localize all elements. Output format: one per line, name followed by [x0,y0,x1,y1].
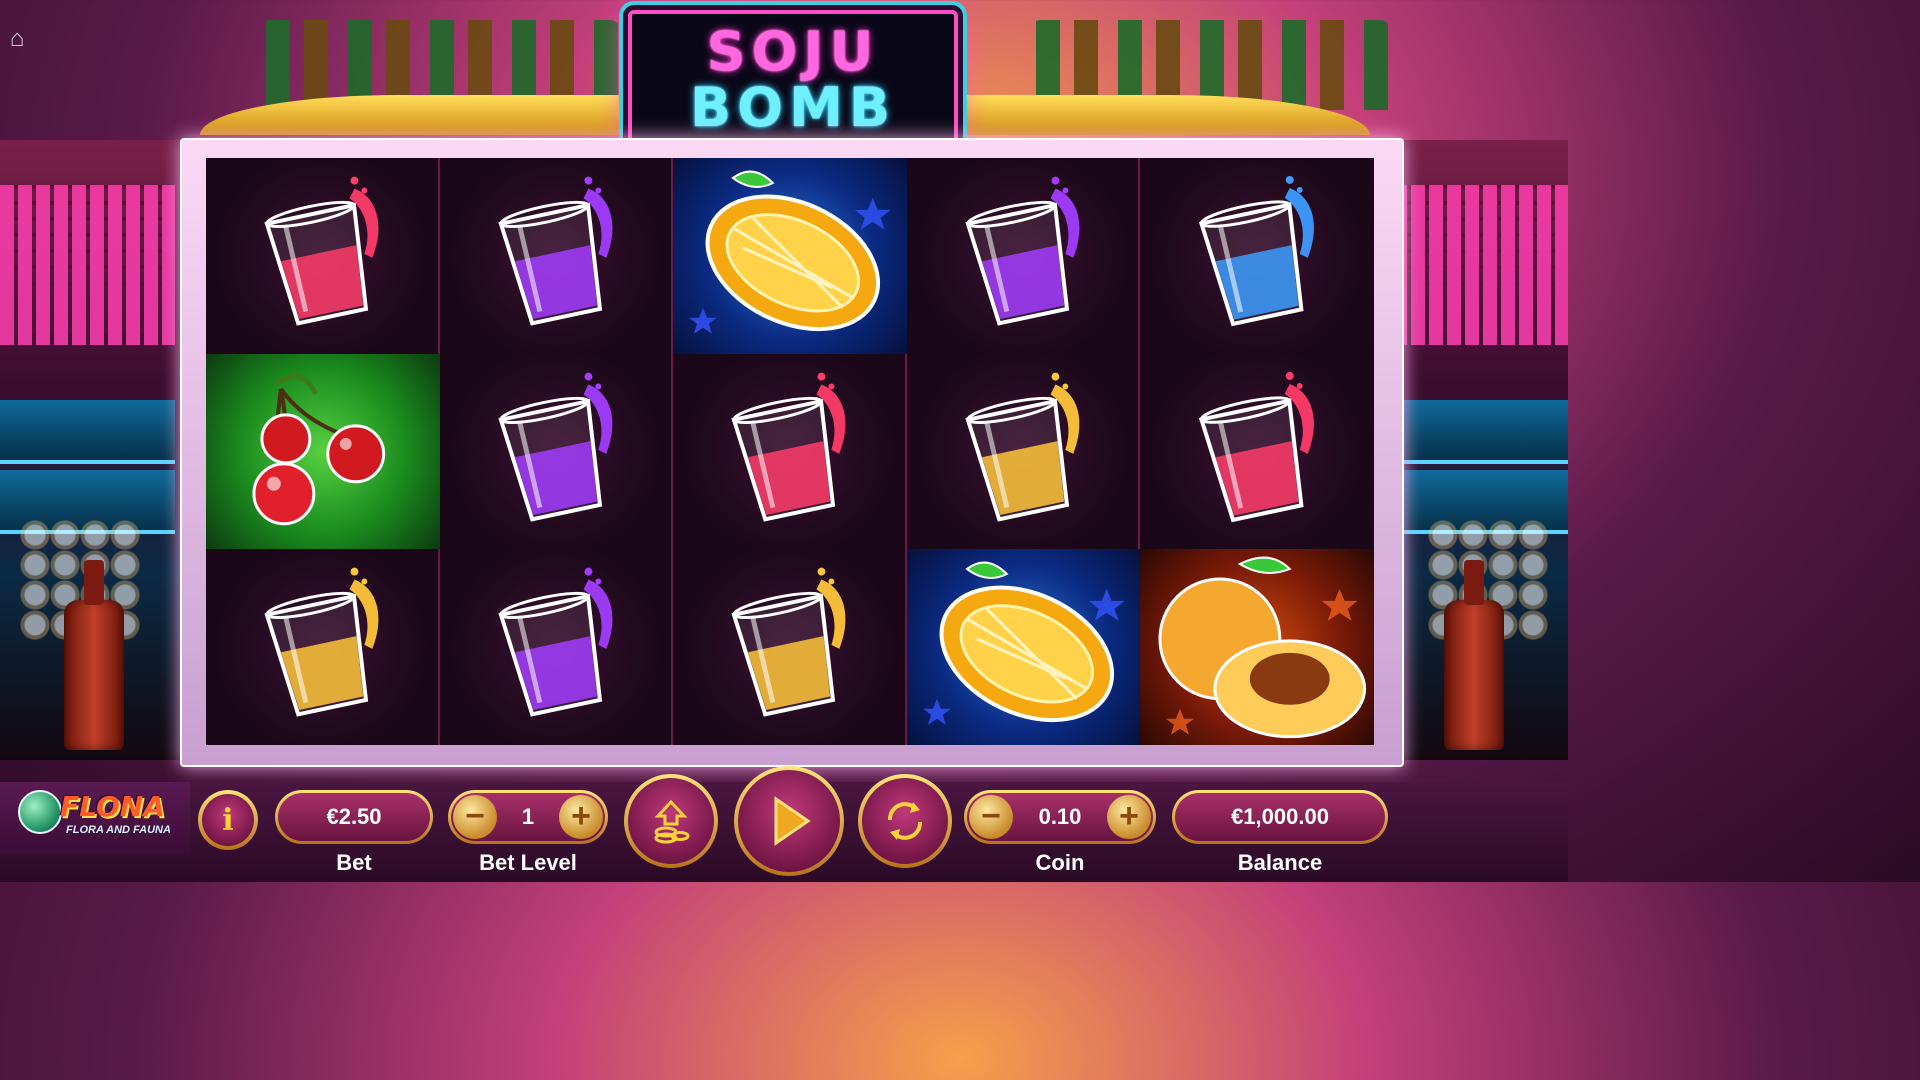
reel-cell [1140,353,1374,550]
reel-cell [906,549,1141,745]
shelf-right-upper [1393,400,1568,464]
home-icon[interactable]: ⌂ [2,26,32,52]
purple-soju-shot-icon [497,567,613,717]
reel-cell [906,353,1141,550]
led-panel-right [1393,185,1568,345]
reel-cell [673,158,907,354]
reel-grid [206,158,1374,745]
yellow-soju-shot-icon [264,567,379,717]
reel-cell [673,353,907,550]
reel-cell [206,353,440,550]
brand-tagline: FLORA AND FAUNA [66,824,171,836]
reel-cell [1140,549,1374,745]
purple-soju-shot-icon [965,176,1080,326]
coin-plus-button[interactable]: + [1107,795,1151,839]
reel-cell [439,158,674,354]
balance-display: €1,000.00 [1172,790,1388,844]
balance-value: €1,000.00 [1175,793,1385,841]
lemon-icon [689,170,891,334]
logo-title-line2: BOMB [690,76,896,139]
bet-level-minus-button[interactable]: − [453,795,497,839]
reel-cell [206,158,440,354]
red-soju-shot-icon [731,372,846,522]
bet-level-label: Bet Level [479,850,577,875]
shelf-left-upper [0,400,175,464]
liquor-bottle-left [64,560,124,750]
led-panel-left [0,185,175,345]
play-icon [738,770,840,872]
coin-control: 0.10 − + [964,790,1156,844]
red-soju-shot-icon [1199,371,1315,522]
game-logo: SOJU BOMB [628,10,958,146]
coin-minus-button[interactable]: − [969,795,1013,839]
purple-soju-shot-icon [497,372,613,522]
bet-value: €2.50 [278,793,430,841]
reel-cell [206,549,440,745]
bet-level-plus-button[interactable]: + [559,795,603,839]
lemon-icon [922,561,1125,726]
logo-title-line1: SOJU [706,20,880,83]
purple-soju-shot-icon [497,176,613,326]
liquor-bottle-right [1444,560,1504,750]
blue-soju-shot-icon [1199,175,1315,327]
reel-cell [673,549,907,745]
spin-button[interactable] [734,766,844,876]
reel-cell [906,158,1141,354]
red-soju-shot-icon [264,176,379,326]
bet-label: Bet [336,850,372,875]
cherry-icon [252,373,386,525]
yellow-soju-shot-icon [965,372,1080,522]
info-icon: i [202,794,254,846]
reel-cell [439,353,674,550]
bet-display: €2.50 [275,790,433,844]
info-button[interactable]: i [198,790,258,850]
coin-label: Coin [1035,850,1085,875]
brand-logo: FLONA [60,790,165,823]
brand-badge: FLONA FLORA AND FAUNA [0,782,190,854]
autoplay-button[interactable] [858,774,952,868]
reel-cell [439,549,674,745]
yellow-soju-shot-icon [731,567,846,717]
peach-icon [1158,556,1367,739]
bet-level-control: 1 − + [448,790,608,844]
balance-label: Balance [1237,850,1323,875]
globe-icon [18,790,62,834]
max-bet-button[interactable] [624,774,718,868]
reel-cell [1140,158,1374,354]
refresh-icon [862,778,948,864]
coin-stack-up-icon [628,778,714,864]
